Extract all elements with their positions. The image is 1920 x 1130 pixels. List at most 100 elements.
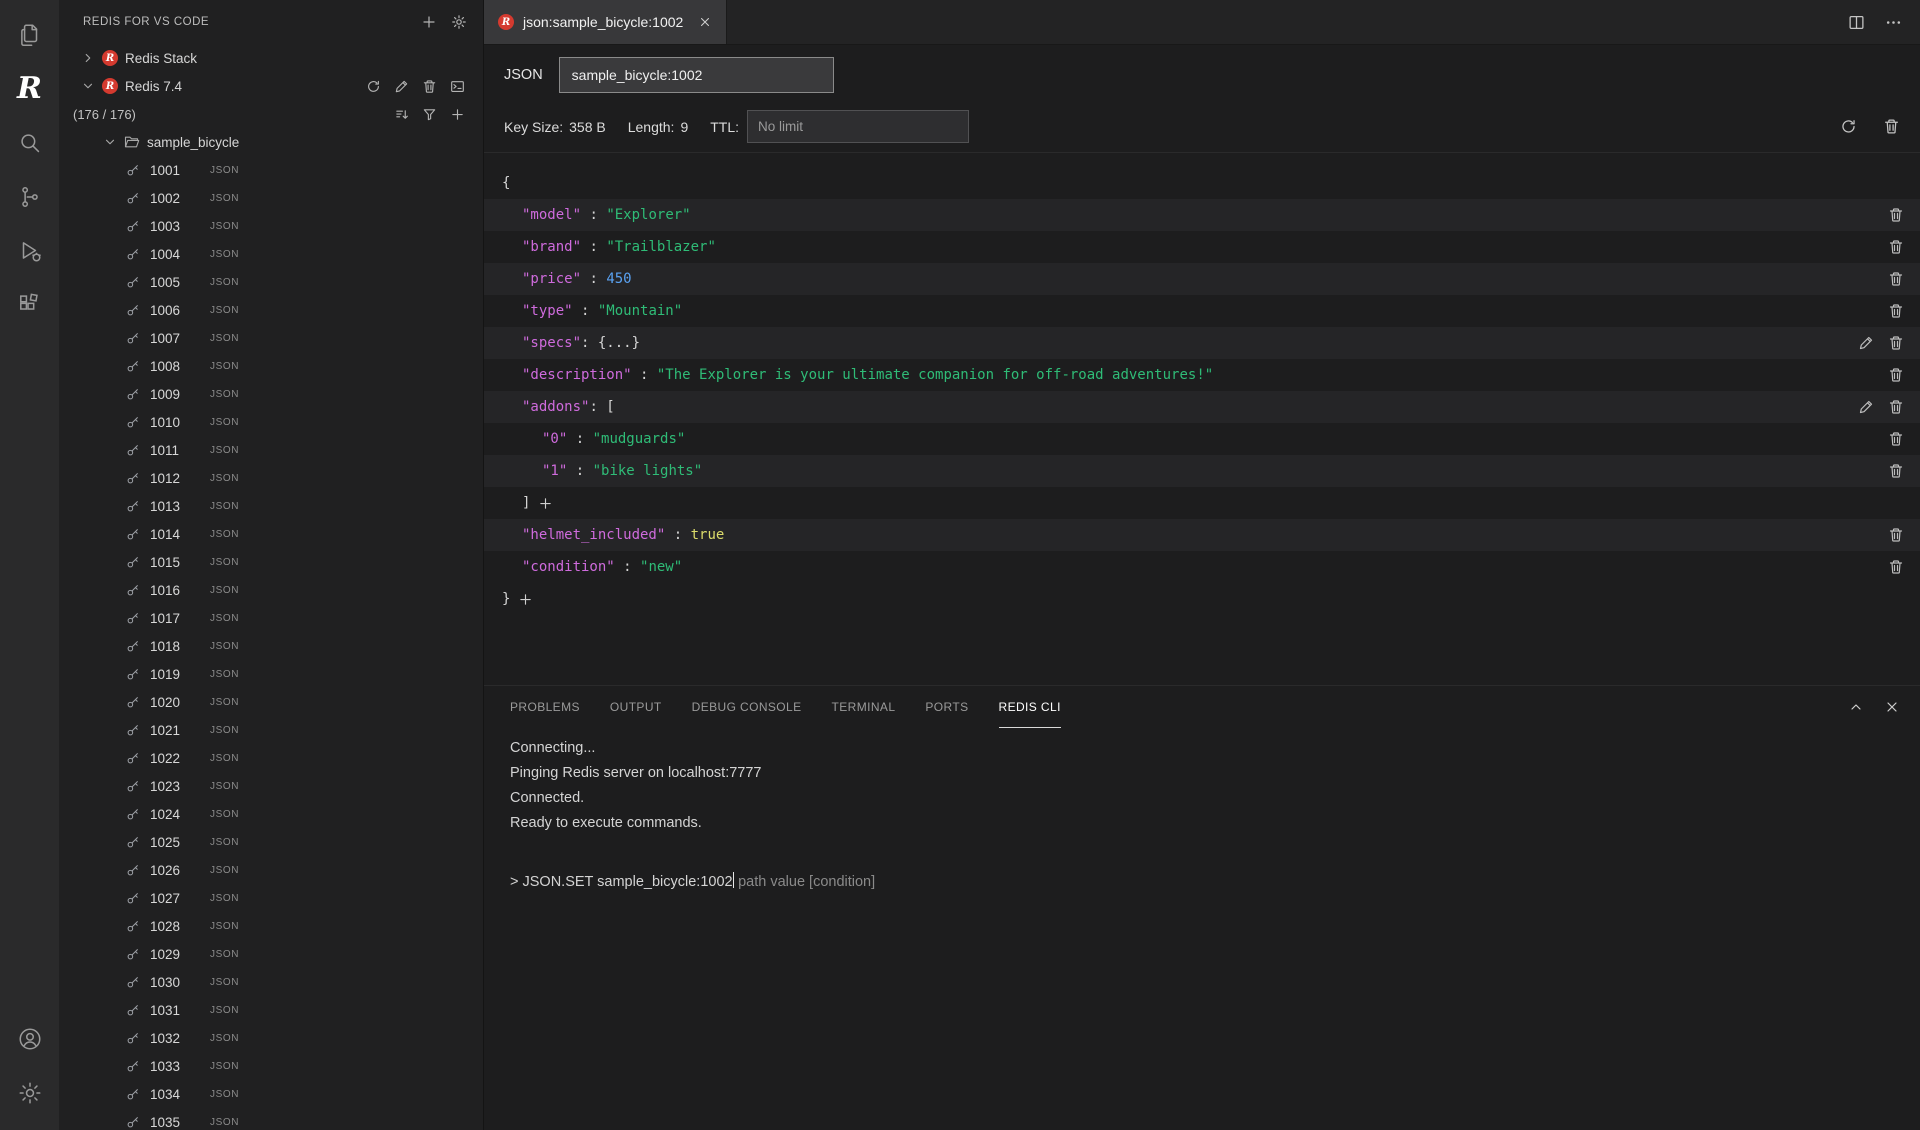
edit-field-button[interactable] [1858,335,1874,351]
panel-tab-terminal[interactable]: TERMINAL [832,686,896,728]
delete-field-button[interactable] [1888,399,1904,415]
refresh-key-icon[interactable] [1840,118,1857,135]
key-row[interactable]: 1009 JSON [59,380,483,408]
key-row[interactable]: 1026 JSON [59,856,483,884]
key-row[interactable]: 1008 JSON [59,352,483,380]
delete-key-icon[interactable] [1883,118,1900,135]
key-type-badge: JSON [210,193,239,204]
key-row[interactable]: 1004 JSON [59,240,483,268]
key-row[interactable]: 1014 JSON [59,520,483,548]
add-field-button[interactable] [518,592,533,607]
key-row[interactable]: 1032 JSON [59,1024,483,1052]
key-row[interactable]: 1023 JSON [59,772,483,800]
key-row[interactable]: 1029 JSON [59,940,483,968]
key-icon [126,779,140,793]
key-type-badge: JSON [210,1089,239,1100]
edit-field-button[interactable] [1858,399,1874,415]
key-row[interactable]: 1018 JSON [59,632,483,660]
panel-tab-ports[interactable]: PORTS [925,686,968,728]
key-row[interactable]: 1028 JSON [59,912,483,940]
key-row[interactable]: 1012 JSON [59,464,483,492]
delete-field-button[interactable] [1888,559,1904,575]
close-panel-icon[interactable] [1884,699,1900,715]
key-type-badge: JSON [210,613,239,624]
delete-database-icon[interactable] [422,79,437,94]
sort-icon[interactable] [394,107,409,122]
key-row[interactable]: 1007 JSON [59,324,483,352]
add-key-icon[interactable] [450,107,465,122]
key-row[interactable]: 1034 JSON [59,1080,483,1108]
delete-field-button[interactable] [1888,367,1904,383]
chevron-right-icon[interactable] [81,51,95,65]
split-editor-icon[interactable] [1848,14,1865,31]
json-view: {"model" : "Explorer""brand" : "Trailbla… [484,153,1920,685]
key-row[interactable]: 1017 JSON [59,604,483,632]
extensions-icon[interactable] [0,278,59,332]
delete-field-button[interactable] [1888,431,1904,447]
key-type-badge: JSON [210,781,239,792]
panel-tab-debug-console[interactable]: DEBUG CONSOLE [692,686,802,728]
key-row[interactable]: 1015 JSON [59,548,483,576]
delete-field-button[interactable] [1888,207,1904,223]
key-row[interactable]: 1033 JSON [59,1052,483,1080]
key-row[interactable]: 1025 JSON [59,828,483,856]
panel-tab-output[interactable]: OUTPUT [610,686,662,728]
add-database-icon[interactable] [421,14,437,30]
delete-field-button[interactable] [1888,271,1904,287]
key-row[interactable]: 1010 JSON [59,408,483,436]
key-row[interactable]: 1022 JSON [59,744,483,772]
delete-field-button[interactable] [1888,239,1904,255]
ttl-input[interactable] [747,110,969,143]
panel-tab-problems[interactable]: PROBLEMS [510,686,580,728]
editor-tab[interactable]: R json:sample_bicycle:1002 [484,0,727,44]
panel-tab-redis-cli[interactable]: REDIS CLI [999,686,1061,728]
explorer-icon[interactable] [0,8,59,62]
delete-field-button[interactable] [1888,463,1904,479]
key-row[interactable]: 1020 JSON [59,688,483,716]
key-list-actions [394,107,483,122]
account-icon[interactable] [0,1012,59,1066]
close-tab-icon[interactable] [698,15,712,29]
source-control-icon[interactable] [0,170,59,224]
delete-field-button[interactable] [1888,335,1904,351]
sidebar-item-redis-stack[interactable]: R Redis Stack [59,44,483,72]
key-row[interactable]: 1002 JSON [59,184,483,212]
chevron-down-icon[interactable] [103,135,117,149]
run-debug-icon[interactable] [0,224,59,278]
key-row[interactable]: 1001 JSON [59,156,483,184]
key-row[interactable]: 1024 JSON [59,800,483,828]
sidebar-item-redis-74[interactable]: R Redis 7.4 [59,72,483,100]
key-row[interactable]: 1016 JSON [59,576,483,604]
delete-field-button[interactable] [1888,527,1904,543]
open-cli-terminal-icon[interactable] [450,79,465,94]
sidebar-settings-gear-icon[interactable] [451,14,467,30]
key-row[interactable]: 1019 JSON [59,660,483,688]
key-row[interactable]: 1003 JSON [59,212,483,240]
sidebar-item-folder-sample-bicycle[interactable]: sample_bicycle [59,128,483,156]
search-icon[interactable] [0,116,59,170]
key-row[interactable]: 1030 JSON [59,968,483,996]
key-id: 1021 [150,723,196,738]
key-row[interactable]: 1005 JSON [59,268,483,296]
key-row[interactable]: 1021 JSON [59,716,483,744]
chevron-down-icon[interactable] [81,79,95,93]
key-id: 1002 [150,191,196,206]
settings-gear-icon[interactable] [0,1066,59,1120]
key-row[interactable]: 1011 JSON [59,436,483,464]
key-row[interactable]: 1031 JSON [59,996,483,1024]
key-row[interactable]: 1027 JSON [59,884,483,912]
maximize-panel-icon[interactable] [1848,699,1864,715]
key-id: 1018 [150,639,196,654]
cli-prompt[interactable]: > JSON.SET sample_bicycle:1002 path valu… [510,870,1920,895]
key-row[interactable]: 1006 JSON [59,296,483,324]
key-row[interactable]: 1013 JSON [59,492,483,520]
add-field-button[interactable] [538,496,553,511]
refresh-icon[interactable] [366,79,381,94]
filter-icon[interactable] [422,107,437,122]
key-row[interactable]: 1035 JSON [59,1108,483,1130]
more-actions-icon[interactable] [1885,14,1902,31]
redis-extension-icon[interactable]: R [0,62,59,116]
delete-field-button[interactable] [1888,303,1904,319]
edit-database-icon[interactable] [394,79,409,94]
key-name-input[interactable] [559,57,834,93]
